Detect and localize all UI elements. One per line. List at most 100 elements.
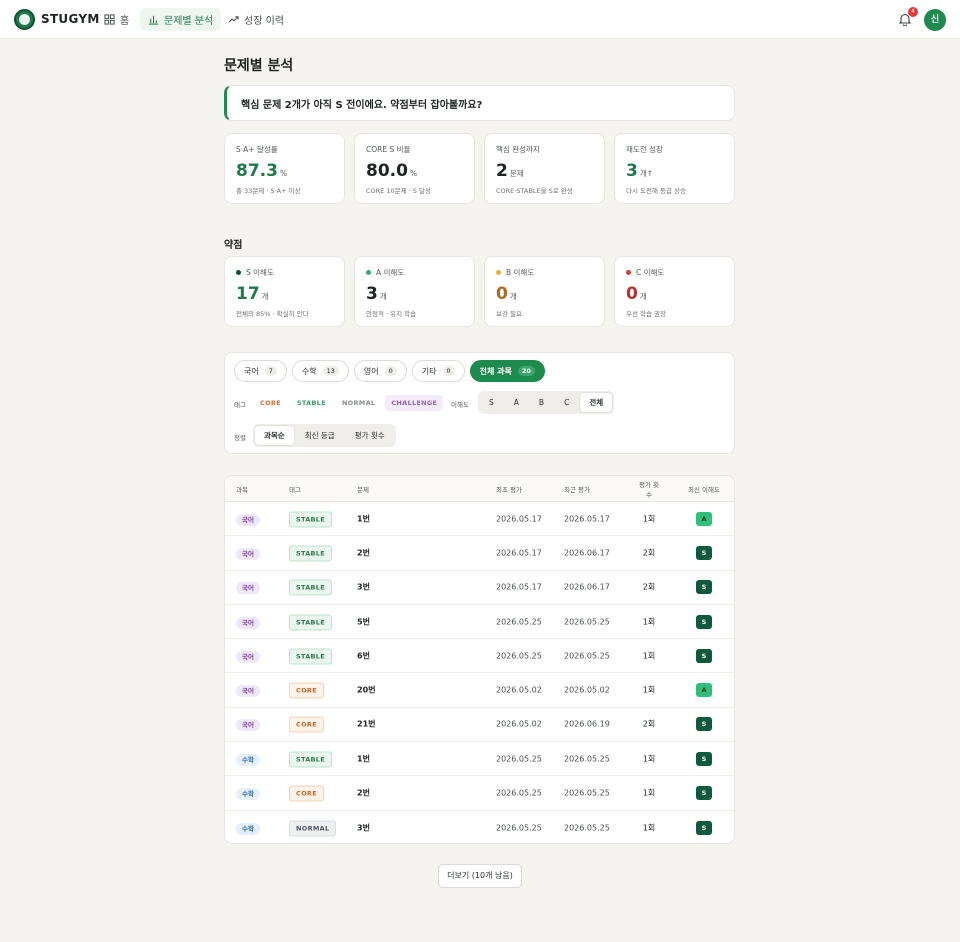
subject-tab-count: 0 xyxy=(442,366,455,376)
problem-number[interactable]: 3번 xyxy=(357,582,370,593)
subject-pill: 국어 xyxy=(236,582,260,595)
problem-number[interactable]: 6번 xyxy=(357,650,370,661)
table-row[interactable]: 국어 STABLE 2번 2026.05.17 2026.06.17 2회 S xyxy=(225,536,734,571)
last-eval-date: 2026.05.25 xyxy=(564,788,610,798)
stat-value: 3 xyxy=(626,161,638,181)
tag-badge: STABLE xyxy=(289,648,332,665)
stat-unit: % xyxy=(409,169,418,178)
problem-table: 과목 태그 문제 최초 평가 최근 평가 평가 횟수 최신 이해도 국어 STAB… xyxy=(224,475,735,844)
problem-number[interactable]: 1번 xyxy=(357,513,370,524)
level-badge: A xyxy=(696,683,712,698)
subject-tab-etc[interactable]: 기타 0 xyxy=(411,360,465,382)
problem-number[interactable]: 5번 xyxy=(357,616,370,627)
bar-chart-icon xyxy=(148,15,159,25)
tag-filter-challenge[interactable]: CHALLENGE xyxy=(385,395,444,411)
level-dot xyxy=(496,270,501,275)
sort-options: 과목순 최신 등급 평가 횟수 xyxy=(253,424,396,447)
problem-number[interactable]: 3번 xyxy=(357,822,370,833)
tag-filter-normal[interactable]: NORMAL xyxy=(336,395,381,411)
level-value: 17 xyxy=(236,284,260,304)
nav-problem-analysis-label: 문제별 분석 xyxy=(164,16,214,27)
tag-badge: STABLE xyxy=(289,545,332,562)
level-sub: 우선 학습 권장 xyxy=(626,310,667,318)
problem-number[interactable]: 20번 xyxy=(357,685,376,696)
sort-by-subject[interactable]: 과목순 xyxy=(255,426,294,445)
table-row[interactable]: 수학 CORE 2번 2026.05.25 2026.05.25 1회 S xyxy=(225,776,734,811)
problem-number[interactable]: 1번 xyxy=(357,753,370,764)
logo-icon[interactable] xyxy=(14,9,35,30)
subject-tab-english[interactable]: 영어 0 xyxy=(353,360,407,382)
subject-pill: 국어 xyxy=(236,547,260,560)
avatar[interactable]: 신 xyxy=(924,9,946,31)
subject-tab-count: 20 xyxy=(517,366,535,376)
table-row[interactable]: 수학 STABLE 1번 2026.05.25 2026.05.25 1회 S xyxy=(225,742,734,777)
level-unit: 개 xyxy=(261,292,269,301)
last-eval-date: 2026.06.17 xyxy=(564,582,610,592)
subject-tab-label: 수학 xyxy=(301,366,317,376)
level-sub: 보강 필요 xyxy=(496,310,522,318)
header-latest-level[interactable]: 최신 이해도 xyxy=(674,484,734,494)
level-dot xyxy=(236,270,241,275)
load-more-button[interactable]: 더보기 (10개 남음) xyxy=(438,864,522,888)
subject-pill: 수학 xyxy=(236,788,260,801)
subject-tab-math[interactable]: 수학 13 xyxy=(291,360,349,382)
sort-by-latest-grade[interactable]: 최신 등급 xyxy=(296,426,344,445)
level-sub: 안정적 · 유지 학습 xyxy=(366,310,417,318)
nav-growth-history[interactable]: 성장 이력 xyxy=(220,8,292,31)
level-filter-a[interactable]: A xyxy=(505,393,528,412)
brand-name[interactable]: STUGYM xyxy=(41,12,100,26)
table-header: 과목 태그 문제 최초 평가 최근 평가 평가 횟수 최신 이해도 xyxy=(225,476,734,502)
table-row[interactable]: 국어 STABLE 3번 2026.05.17 2026.06.17 2회 S xyxy=(225,571,734,605)
subject-tab-label: 기타 xyxy=(421,366,437,376)
level-value: 0 xyxy=(496,284,508,304)
problem-number[interactable]: 2번 xyxy=(357,788,370,799)
subject-pill: 국어 xyxy=(236,616,260,629)
header-last-eval[interactable]: 최근 평가 xyxy=(564,484,590,494)
sort-by-eval-count[interactable]: 평가 횟수 xyxy=(346,426,394,445)
nav-growth-history-label: 성장 이력 xyxy=(244,16,284,27)
nav-home[interactable]: 홈 xyxy=(96,8,137,31)
table-row[interactable]: 국어 CORE 20번 2026.05.02 2026.05.02 1회 A xyxy=(225,673,734,708)
tag-filter-core[interactable]: CORE xyxy=(254,395,287,411)
subject-pill: 국어 xyxy=(236,685,260,698)
stat-card-core-s: CORE S 비율 80.0% CORE 10문제 · S 달성 xyxy=(354,133,475,204)
level-filter-c[interactable]: C xyxy=(555,393,578,412)
table-row[interactable]: 국어 STABLE 6번 2026.05.25 2026.05.25 1회 S xyxy=(225,639,734,674)
level-value: 3 xyxy=(366,284,378,304)
first-eval-date: 2026.05.25 xyxy=(496,651,542,661)
tag-badge: CORE xyxy=(289,682,324,699)
subject-tab-korean[interactable]: 국어 7 xyxy=(234,360,287,382)
level-badge: S xyxy=(696,751,712,766)
problem-number[interactable]: 21번 xyxy=(357,719,376,730)
level-card-b: B 이해도 0개 보강 필요 xyxy=(484,256,605,327)
header-subject[interactable]: 과목 xyxy=(236,484,248,494)
level-badge: S xyxy=(696,786,712,801)
subject-tab-all[interactable]: 전체 과목 20 xyxy=(469,360,545,382)
header-eval-count[interactable]: 평가 횟수 xyxy=(637,479,661,499)
stat-sub: CORE·STABLE을 S로 완성 xyxy=(496,187,573,195)
eval-count: 1회 xyxy=(642,788,656,798)
table-row[interactable]: 수학 NORMAL 3번 2026.05.25 2026.05.25 1회 S xyxy=(225,811,734,843)
tag-badge: STABLE xyxy=(289,614,332,631)
tag-filter: CORE STABLE NORMAL CHALLENGE xyxy=(254,395,444,411)
level-label: B 이해도 xyxy=(506,268,535,277)
level-filter-all[interactable]: 전체 xyxy=(580,393,613,412)
first-eval-date: 2026.05.17 xyxy=(496,548,542,558)
nav-problem-analysis[interactable]: 문제별 분석 xyxy=(140,8,222,31)
eval-count: 2회 xyxy=(642,582,656,592)
header-tag[interactable]: 태그 xyxy=(289,484,301,494)
table-row[interactable]: 국어 STABLE 5번 2026.05.25 2026.05.25 1회 S xyxy=(225,605,734,640)
level-filter-s[interactable]: S xyxy=(480,393,503,412)
subject-tab-count: 7 xyxy=(264,366,277,376)
table-row[interactable]: 국어 CORE 21번 2026.05.02 2026.06.19 2회 S xyxy=(225,708,734,743)
header-first-eval[interactable]: 최초 평가 xyxy=(496,484,522,494)
tag-badge: CORE xyxy=(289,785,324,802)
header-problem[interactable]: 문제 xyxy=(357,484,369,494)
problem-number[interactable]: 2번 xyxy=(357,547,370,558)
subject-tab-count: 0 xyxy=(384,366,397,376)
level-filter-b[interactable]: B xyxy=(530,393,553,412)
eval-count: 2회 xyxy=(642,548,656,558)
tag-filter-stable[interactable]: STABLE xyxy=(291,395,332,411)
table-row[interactable]: 국어 STABLE 1번 2026.05.17 2026.05.17 1회 A xyxy=(225,502,734,537)
stat-unit: 문제 xyxy=(509,169,524,178)
